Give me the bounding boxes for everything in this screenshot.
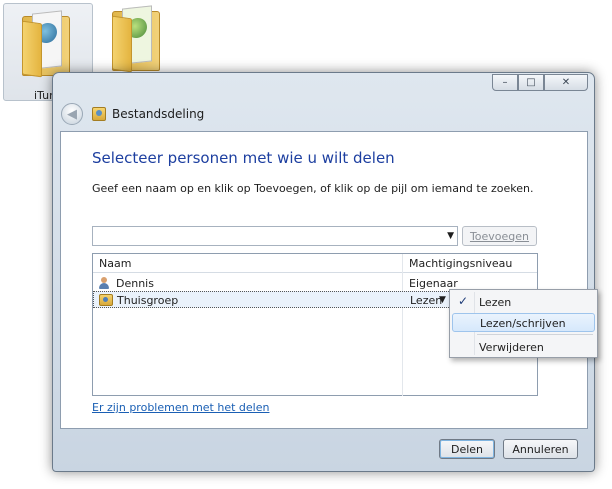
folder-icon (112, 5, 162, 73)
navigation-bar: ◀ Bestandsdeling (59, 99, 587, 129)
chevron-down-icon[interactable]: ▼ (447, 231, 454, 241)
minimize-button[interactable]: – (492, 74, 518, 91)
desktop-folder-2[interactable] (104, 3, 174, 77)
menu-item-label: Lezen/schrijven (480, 317, 566, 330)
instruction-text: Geef een naam op en klik op Toevoegen, o… (92, 182, 534, 195)
homegroup-icon (99, 294, 113, 306)
checkmark-icon: ✓ (458, 294, 469, 308)
maximize-icon: □ (526, 77, 536, 88)
name-combobox[interactable]: ▼ (92, 226, 458, 246)
add-button-label: Toevoegen (469, 229, 530, 243)
sharing-problems-link[interactable]: Er zijn problemen met het delen (92, 401, 269, 414)
dialog-footer: Delen Annuleren (60, 429, 588, 467)
share-button[interactable]: Delen (439, 439, 495, 459)
menu-item-read[interactable]: ✓ Lezen (452, 293, 595, 312)
add-button[interactable]: Toevoegen (462, 226, 537, 246)
cancel-button[interactable]: Annuleren (503, 439, 578, 459)
row-permission[interactable]: Lezen (410, 294, 442, 307)
menu-item-read-write[interactable]: Lezen/schrijven (452, 313, 595, 332)
row-name: Dennis (116, 277, 154, 290)
menu-item-label: Verwijderen (479, 341, 544, 354)
table-header: Naam Machtigingsniveau (93, 254, 537, 273)
title-bar[interactable]: – □ ✕ (53, 73, 594, 99)
cancel-button-label: Annuleren (512, 442, 569, 456)
column-header-permission[interactable]: Machtigingsniveau (409, 257, 512, 270)
file-sharing-window: – □ ✕ ◀ Bestandsdeling Selecteer persone… (52, 72, 595, 472)
window-title: Bestandsdeling (112, 107, 205, 121)
menu-item-remove[interactable]: Verwijderen (452, 338, 595, 357)
content-area: Selecteer personen met wie u wilt delen … (60, 131, 588, 429)
back-button[interactable]: ◀ (61, 103, 83, 125)
column-header-name[interactable]: Naam (99, 257, 131, 270)
chevron-down-icon[interactable]: ▼ (439, 295, 446, 305)
user-icon (99, 277, 109, 289)
maximize-button[interactable]: □ (518, 74, 544, 91)
permission-menu: ✓ Lezen Lezen/schrijven Verwijderen (449, 289, 598, 358)
close-button[interactable]: ✕ (544, 74, 588, 91)
row-name: Thuisgroep (117, 294, 179, 307)
close-icon: ✕ (561, 77, 571, 88)
back-arrow-icon: ◀ (67, 106, 77, 122)
page-title: Selecteer personen met wie u wilt delen (92, 149, 395, 167)
menu-item-label: Lezen (479, 296, 512, 309)
minimize-icon: – (502, 77, 508, 88)
menu-separator (477, 334, 593, 335)
share-button-label: Delen (450, 442, 484, 456)
caption-buttons: – □ ✕ (492, 74, 588, 91)
folder-icon (22, 10, 72, 78)
file-sharing-icon (92, 107, 106, 121)
